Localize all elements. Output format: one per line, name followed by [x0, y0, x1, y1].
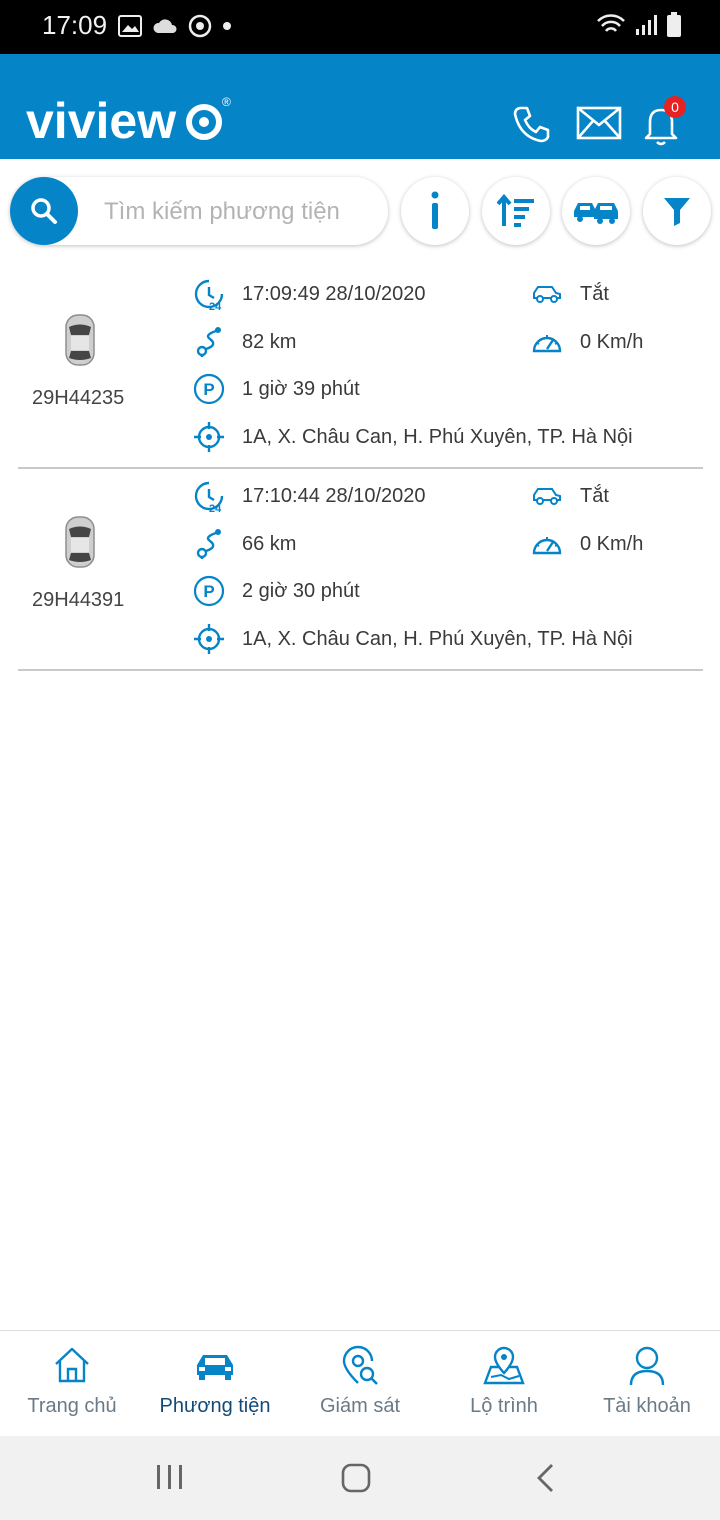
- phone-icon: [513, 106, 550, 143]
- car-icon: [197, 1355, 233, 1380]
- info-icon: [431, 191, 439, 229]
- clock-24h-icon: 24: [192, 479, 226, 513]
- clock-24h-icon: 24: [192, 277, 226, 311]
- vehicle-plate: 29H44391: [32, 589, 125, 611]
- vehicle-card[interactable]: 29H44391 24 17:10:44 28/10/2020 Tắt 66 k…: [18, 467, 703, 671]
- nav-label: Trang chủ: [27, 1395, 117, 1417]
- logo-text: viview: [26, 93, 176, 146]
- nav-route[interactable]: Lộ trình: [432, 1331, 576, 1437]
- notification-badge: 0: [664, 96, 686, 118]
- engine-status: Tắt: [580, 282, 609, 305]
- car-top-view-icon: [65, 516, 95, 568]
- vehicle-address: 1A, X. Châu Can, H. Phú Xuyên, TP. Hà Nộ…: [242, 627, 633, 650]
- vehicle-group-button[interactable]: [562, 177, 630, 245]
- wifi-icon: [597, 14, 625, 32]
- engine-status-icon: [530, 479, 564, 513]
- engine-status: Tắt: [580, 484, 609, 507]
- bottom-nav: Trang chủ Phương tiện Giám sát Lộ trình …: [0, 1330, 720, 1437]
- parked-duration: 2 giờ 30 phút: [242, 579, 360, 602]
- speed-value: 0 Km/h: [580, 330, 644, 353]
- home-icon: [55, 1347, 89, 1383]
- system-nav-bar: [0, 1436, 720, 1520]
- viview-logo: viview ®: [26, 93, 231, 146]
- nav-label: Lộ trình: [470, 1395, 538, 1417]
- speedometer-icon: [530, 325, 564, 359]
- gallery-icon: [118, 15, 142, 37]
- envelope-icon: [576, 106, 622, 140]
- svg-text:24: 24: [209, 301, 222, 310]
- aperture-icon: [188, 14, 212, 38]
- svg-text:24: 24: [209, 503, 222, 512]
- search-button[interactable]: [10, 177, 78, 245]
- search-toolbar: [0, 159, 720, 259]
- nav-label: Tài khoản: [603, 1395, 691, 1417]
- location-crosshair-icon: [192, 420, 226, 454]
- sort-icon: [497, 194, 534, 227]
- location-crosshair-icon: [192, 622, 226, 656]
- nav-vehicles[interactable]: Phương tiện: [143, 1331, 287, 1437]
- last-update-time: 17:09:49 28/10/2020: [242, 282, 426, 305]
- speedometer-icon: [530, 527, 564, 561]
- status-time: 17:09: [42, 10, 108, 40]
- vehicle-address: 1A, X. Châu Can, H. Phú Xuyên, TP. Hà Nộ…: [242, 425, 633, 448]
- vehicle-plate: 29H44235: [32, 387, 125, 409]
- nav-label: Phương tiện: [159, 1395, 271, 1417]
- distance-value: 82 km: [242, 330, 297, 353]
- parking-icon: P: [192, 574, 226, 608]
- status-bar: 17:09: [0, 0, 720, 54]
- phone-button[interactable]: [512, 104, 552, 149]
- svg-text:®: ®: [222, 95, 231, 109]
- filter-icon: [664, 198, 690, 226]
- parking-icon: P: [192, 372, 226, 406]
- app-header: viview ®: [0, 54, 720, 159]
- svg-text:P: P: [203, 582, 214, 601]
- dot-icon: [223, 22, 231, 30]
- search-input[interactable]: [102, 191, 376, 233]
- speed-value: 0 Km/h: [580, 532, 644, 555]
- back-icon[interactable]: [534, 1462, 556, 1494]
- message-button[interactable]: [576, 104, 622, 147]
- sort-button[interactable]: [482, 177, 550, 245]
- info-button[interactable]: [401, 177, 469, 245]
- engine-status-icon: [530, 277, 564, 311]
- home-button-icon[interactable]: [340, 1462, 372, 1494]
- map-search-icon: [342, 1345, 378, 1385]
- cloud-icon: [153, 19, 177, 33]
- battery-icon: [667, 12, 681, 37]
- car-top-view-icon: [65, 314, 95, 366]
- route-map-icon: [483, 1346, 525, 1385]
- svg-text:P: P: [203, 380, 214, 399]
- filter-button[interactable]: [643, 177, 711, 245]
- nav-account[interactable]: Tài khoản: [575, 1331, 719, 1437]
- user-icon: [629, 1346, 665, 1386]
- nav-label: Giám sát: [319, 1395, 401, 1417]
- parked-duration: 1 giờ 39 phút: [242, 377, 360, 400]
- recent-apps-icon[interactable]: [155, 1464, 185, 1490]
- distance-value: 66 km: [242, 532, 297, 555]
- nav-monitor[interactable]: Giám sát: [288, 1331, 432, 1437]
- search-icon: [31, 198, 57, 224]
- route-distance-icon: [192, 527, 226, 561]
- search-bar: [10, 177, 388, 245]
- nav-home[interactable]: Trang chủ: [0, 1331, 144, 1437]
- route-distance-icon: [192, 325, 226, 359]
- signal-icon: [636, 15, 657, 35]
- last-update-time: 17:10:44 28/10/2020: [242, 484, 426, 507]
- cars-icon: [574, 203, 618, 224]
- vehicle-card[interactable]: 29H44235 24 17:09:49 28/10/2020 Tắt 82 k…: [18, 265, 703, 469]
